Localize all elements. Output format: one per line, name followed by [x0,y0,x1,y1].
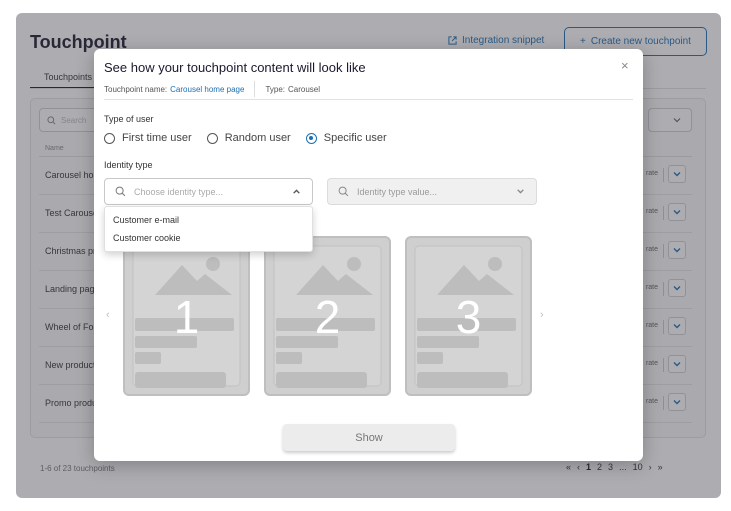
carousel-card[interactable]: 1 [123,236,250,396]
close-icon[interactable]: × [621,58,629,73]
identity-type-placeholder: Choose identity type... [134,186,224,197]
identity-option[interactable]: Customer e-mail [105,211,312,229]
radio-circle [104,132,115,144]
modal-subtitle: Touchpoint name: Carousel home page Type… [104,81,320,97]
identity-value-placeholder: Identity type value... [357,186,438,197]
card-number: 1 [173,291,200,343]
identity-type-label: Identity type [104,160,153,170]
radio-user-type[interactable]: Specific user [305,132,387,144]
touchpoint-name-value: Carousel home page [170,84,245,94]
carousel-card[interactable]: 3 [405,236,532,396]
search-icon [338,186,349,197]
preview-modal: See how your touchpoint content will loo… [94,49,643,461]
identity-value-select[interactable]: Identity type value... [327,178,537,205]
identity-type-dropdown: Customer e-mail Customer cookie [104,206,313,252]
radio-user-type[interactable]: Random user [206,132,291,144]
modal-divider [104,99,633,100]
user-type-label: Type of user [104,114,154,124]
type-label: Type: [265,84,286,94]
search-icon [115,186,126,197]
identity-type-select[interactable]: Choose identity type... [104,178,313,205]
user-type-radio-group: First time user Random user Specific user [104,132,402,144]
show-button[interactable]: Show [283,424,455,451]
radio-user-type[interactable]: First time user [104,132,192,144]
chevron-down-icon [517,189,524,194]
touchpoint-name-label: Touchpoint name: [104,84,168,94]
radio-label: Specific user [323,132,387,144]
radio-label: Random user [224,132,291,144]
carousel-prev-icon[interactable]: ‹ [106,309,110,321]
subtitle-divider [254,81,256,97]
radio-circle [206,132,218,144]
carousel-card[interactable]: 2 [264,236,391,396]
modal-title: See how your touchpoint content will loo… [104,60,366,75]
radio-label: First time user [122,132,192,144]
chevron-up-icon [293,189,300,194]
app-root: Touchpoint Integration snippet + Create … [0,0,731,511]
radio-circle [305,132,317,144]
card-number: 3 [455,291,482,343]
type-value: Carousel [288,84,321,94]
carousel-next-icon[interactable]: › [540,309,544,321]
identity-option[interactable]: Customer cookie [105,229,312,247]
card-number: 2 [314,291,341,343]
